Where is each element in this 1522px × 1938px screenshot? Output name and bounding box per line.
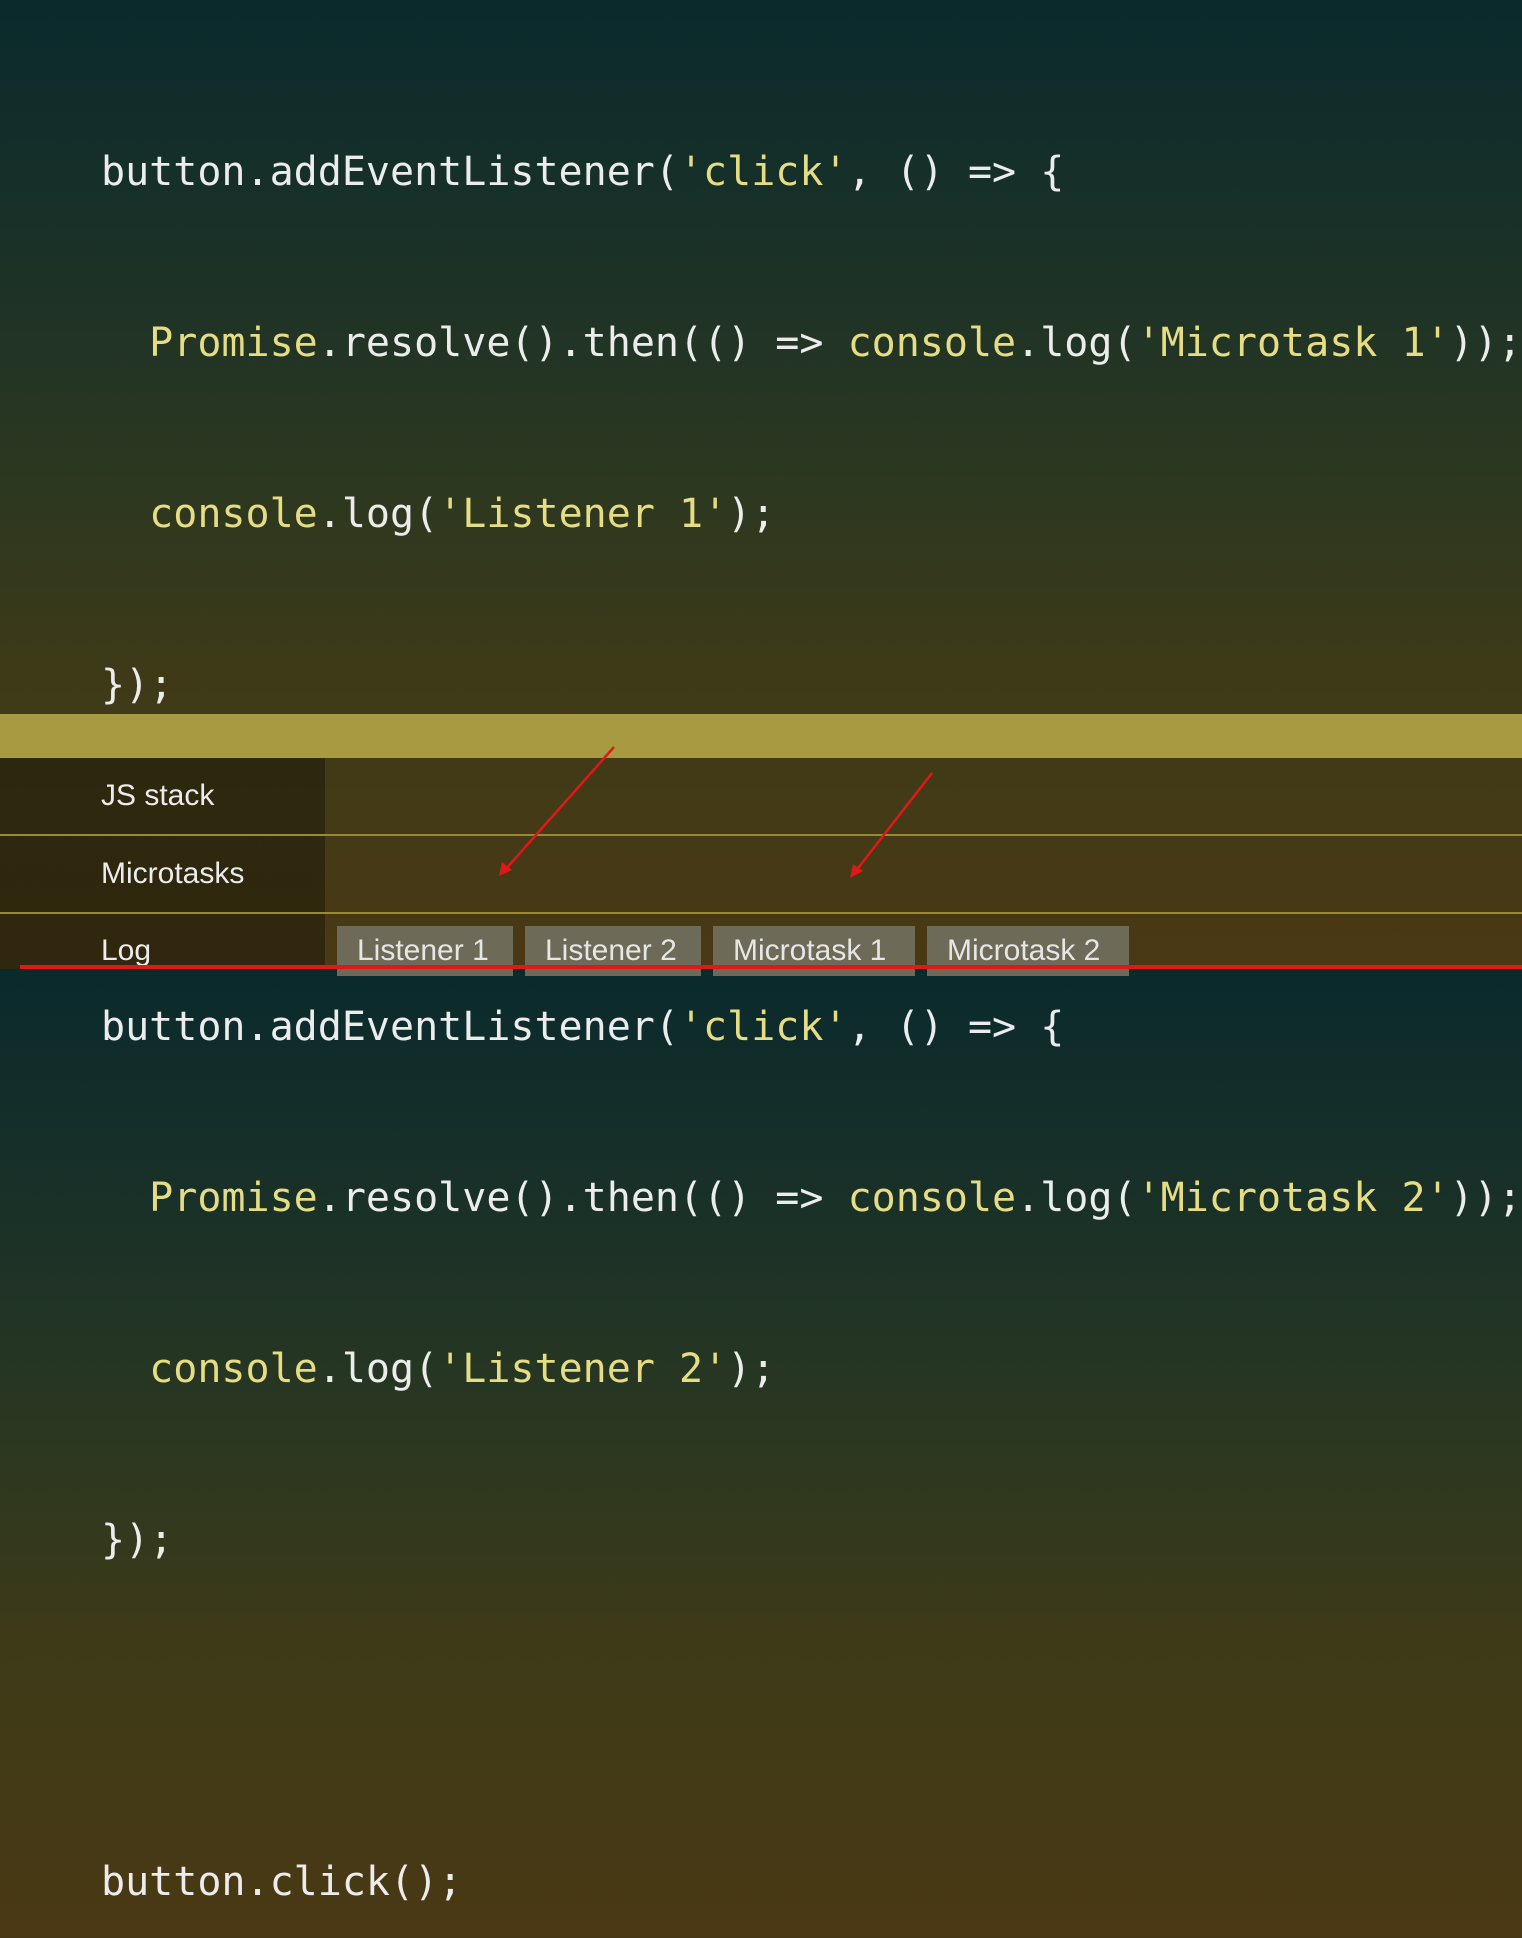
code-line: button.addEventListener('click', () => { <box>101 144 1522 201</box>
code-token: .resolve().then(() => <box>317 320 848 366</box>
js-stack-row: JS stack <box>0 758 1522 834</box>
task-queue-bar <box>0 714 1522 758</box>
code-token: console <box>847 1175 1017 1221</box>
code-token: Promise <box>101 1175 318 1221</box>
microtasks-label: Microtasks <box>0 836 325 912</box>
log-content: Listener 1 Listener 2 Microtask 1 Microt… <box>325 914 1522 976</box>
code-token: console <box>101 491 318 537</box>
js-stack-content <box>325 758 1522 834</box>
code-token: button.click(); <box>101 1859 463 1905</box>
code-token: )); <box>1449 320 1522 366</box>
code-string: 'Microtask 1' <box>1136 320 1450 366</box>
code-token: button.addEventListener( <box>101 1004 679 1050</box>
code-string: 'click' <box>678 1004 848 1050</box>
code-line: Promise.resolve().then(() => console.log… <box>101 315 1522 372</box>
code-line: console.log('Listener 1'); <box>101 486 1522 543</box>
code-line: button.addEventListener('click', () => { <box>101 999 1522 1056</box>
code-token: .log( <box>1016 1175 1137 1221</box>
code-token: console <box>847 320 1017 366</box>
code-token: ); <box>727 1346 776 1392</box>
code-string: 'Microtask 2' <box>1136 1175 1450 1221</box>
code-string: 'click' <box>678 149 848 195</box>
code-token: .resolve().then(() => <box>317 1175 848 1221</box>
code-line: Promise.resolve().then(() => console.log… <box>101 1170 1522 1227</box>
code-token: ); <box>727 491 776 537</box>
code-token: console <box>101 1346 318 1392</box>
code-token: Promise <box>101 320 318 366</box>
code-token: .log( <box>317 491 439 537</box>
microtasks-row: Microtasks <box>0 836 1522 912</box>
code-token: }); <box>101 662 174 708</box>
code-line: }); <box>101 657 1522 714</box>
code-token: }); <box>101 1517 174 1563</box>
code-token: .log( <box>1016 320 1137 366</box>
code-string: 'Listener 1' <box>438 491 728 537</box>
code-block: button.addEventListener('click', () => {… <box>101 30 1522 1938</box>
code-line: button.click(); <box>101 1854 1522 1911</box>
annotation-underline <box>20 965 1522 969</box>
code-token: , () => { <box>847 149 1065 195</box>
code-line: }); <box>101 1512 1522 1569</box>
code-token: , () => { <box>847 1004 1065 1050</box>
code-string: 'Listener 2' <box>438 1346 728 1392</box>
js-stack-label: JS stack <box>0 758 325 834</box>
log-label: Log <box>0 914 325 969</box>
code-token: )); <box>1449 1175 1522 1221</box>
log-row: Log Listener 1 Listener 2 Microtask 1 Mi… <box>0 914 1522 976</box>
microtasks-content <box>325 836 1522 912</box>
code-token: button.addEventListener( <box>101 149 679 195</box>
code-token: .log( <box>317 1346 439 1392</box>
code-line: console.log('Listener 2'); <box>101 1341 1522 1398</box>
